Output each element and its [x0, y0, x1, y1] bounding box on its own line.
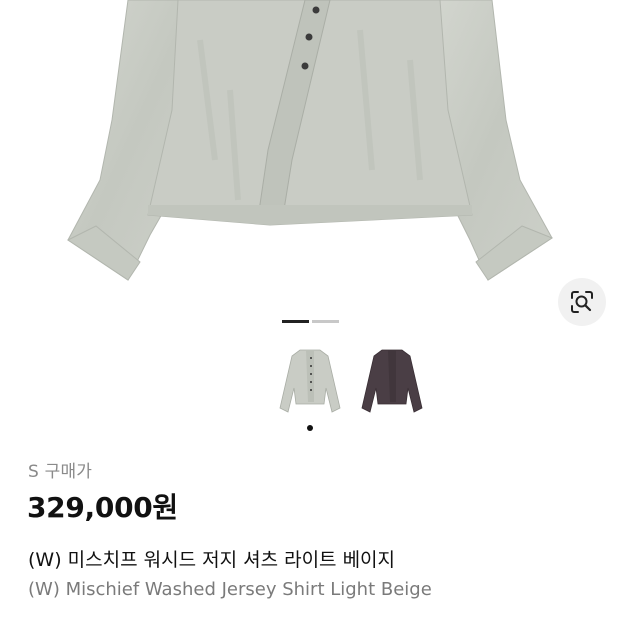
- variant-thumbnail-dark-plum[interactable]: [358, 342, 426, 420]
- selected-variant-dot: [307, 425, 313, 431]
- product-main-image[interactable]: [0, 0, 620, 300]
- carousel-indicator-active[interactable]: [282, 320, 309, 323]
- product-title-english: (W) Mischief Washed Jersey Shirt Light B…: [28, 579, 432, 600]
- product-title-korean: (W) 미스치프 워시드 저지 셔츠 라이트 베이지: [28, 549, 396, 571]
- carousel-indicator-inactive[interactable]: [312, 320, 339, 323]
- size-label: S: [28, 462, 39, 482]
- variant-thumbnail-light-beige[interactable]: [276, 342, 344, 420]
- image-search-button[interactable]: [558, 278, 606, 326]
- price-type-label: 구매가: [44, 462, 93, 482]
- size-price-type: S 구매가: [28, 457, 92, 482]
- lens-search-icon: [571, 291, 593, 313]
- product-price: 329,000원: [27, 491, 178, 524]
